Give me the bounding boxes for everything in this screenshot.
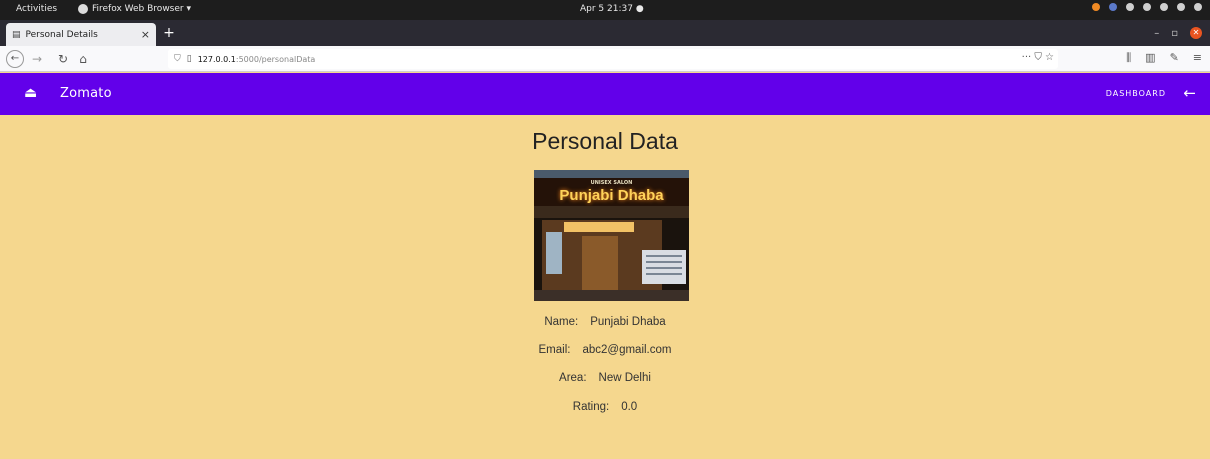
maximize-icon[interactable]: ▫ — [1171, 28, 1178, 39]
tab-strip: ▤ Personal Details × + – ▫ ✕ — [0, 20, 1210, 46]
reload-icon[interactable]: ↻ — [56, 50, 70, 68]
back-arrow-icon[interactable]: ← — [1183, 84, 1196, 102]
app-menu-label: Firefox Web Browser ▾ — [92, 4, 191, 14]
main-content: Personal Data UNISEX SALON Punjabi Dhaba… — [0, 115, 1210, 459]
tab-title: Personal Details — [25, 29, 98, 40]
email-label: Email: — [538, 344, 571, 356]
back-icon[interactable]: ← — [6, 50, 24, 68]
photo-sign-text: Punjabi Dhaba — [559, 187, 664, 204]
rating-label: Rating: — [572, 401, 610, 413]
system-top-bar: Activities Firefox Web Browser ▾ Apr 5 2… — [0, 0, 1210, 20]
minimize-icon[interactable]: – — [1154, 28, 1159, 39]
page-actions[interactable]: ··· ⛉ ☆ — [1022, 52, 1054, 63]
battery-icon[interactable] — [1194, 3, 1202, 11]
extension-icon[interactable]: ✎ — [1170, 51, 1179, 65]
dashboard-link[interactable]: DASHBOARD — [1106, 89, 1166, 98]
area-label: Area: — [559, 372, 587, 384]
photo-sign-subtext: UNISEX SALON — [590, 180, 633, 186]
power-icon[interactable] — [1177, 3, 1185, 11]
email-row: Email: abc2@gmail.com — [0, 344, 1210, 356]
system-tray[interactable] — [1092, 3, 1202, 11]
page-info-icon[interactable]: ▯ — [187, 54, 192, 64]
app-bar: ⏏ Zomato DASHBOARD ← — [0, 73, 1210, 115]
app-brand[interactable]: Zomato — [60, 86, 112, 101]
url-path: :5000/personalData — [235, 54, 316, 64]
window-controls: – ▫ ✕ — [1154, 27, 1202, 39]
restaurant-photo: UNISEX SALON Punjabi Dhaba — [534, 170, 689, 301]
name-value: Punjabi Dhaba — [590, 316, 666, 328]
tray-app-icon[interactable] — [1092, 3, 1100, 11]
tab-personal-details[interactable]: ▤ Personal Details × — [6, 23, 156, 46]
tab-close-icon[interactable]: × — [141, 28, 150, 41]
email-value: abc2@gmail.com — [582, 344, 672, 356]
home-icon[interactable]: ⌂ — [76, 50, 90, 68]
name-row: Name: Punjabi Dhaba — [0, 316, 1210, 328]
eject-menu-icon[interactable]: ⏏ — [24, 85, 37, 101]
new-tab-button[interactable]: + — [160, 26, 178, 42]
name-label: Name: — [544, 316, 579, 328]
page-favicon-icon: ▤ — [12, 29, 21, 40]
navigation-toolbar: ← → ↻ ⌂ ⛉ ▯ 127.0.0.1:5000/personalData … — [0, 46, 1210, 72]
rating-row: Rating: 0.0 — [0, 401, 1210, 413]
sidebar-icon[interactable]: ▥ — [1145, 51, 1155, 65]
rating-value: 0.0 — [621, 401, 638, 413]
area-value: New Delhi — [598, 372, 651, 384]
volume-icon[interactable] — [1160, 3, 1168, 11]
wifi-icon[interactable] — [1143, 3, 1151, 11]
toolbar-right: ⫼ ▥ ✎ ≡ — [1126, 51, 1202, 65]
app-menu[interactable]: Firefox Web Browser ▾ — [78, 4, 191, 14]
url-host: 127.0.0.1 — [197, 54, 236, 64]
forward-icon[interactable]: → — [30, 50, 44, 68]
url-bar[interactable]: ⛉ ▯ 127.0.0.1:5000/personalData ··· ⛉ ☆ — [168, 49, 1058, 69]
area-row: Area: New Delhi — [0, 372, 1210, 384]
library-icon[interactable]: ⫼ — [1126, 51, 1131, 65]
clock[interactable]: Apr 5 21:37 ● — [580, 4, 644, 14]
accessibility-icon[interactable] — [1126, 3, 1134, 11]
tray-app-icon-2[interactable] — [1109, 3, 1117, 11]
tracking-shield-icon[interactable]: ⛉ — [174, 54, 181, 64]
firefox-icon — [78, 4, 88, 14]
activities-button[interactable]: Activities — [16, 4, 57, 14]
close-window-icon[interactable]: ✕ — [1190, 27, 1202, 39]
menu-icon[interactable]: ≡ — [1193, 51, 1202, 65]
page-title: Personal Data — [532, 128, 678, 154]
